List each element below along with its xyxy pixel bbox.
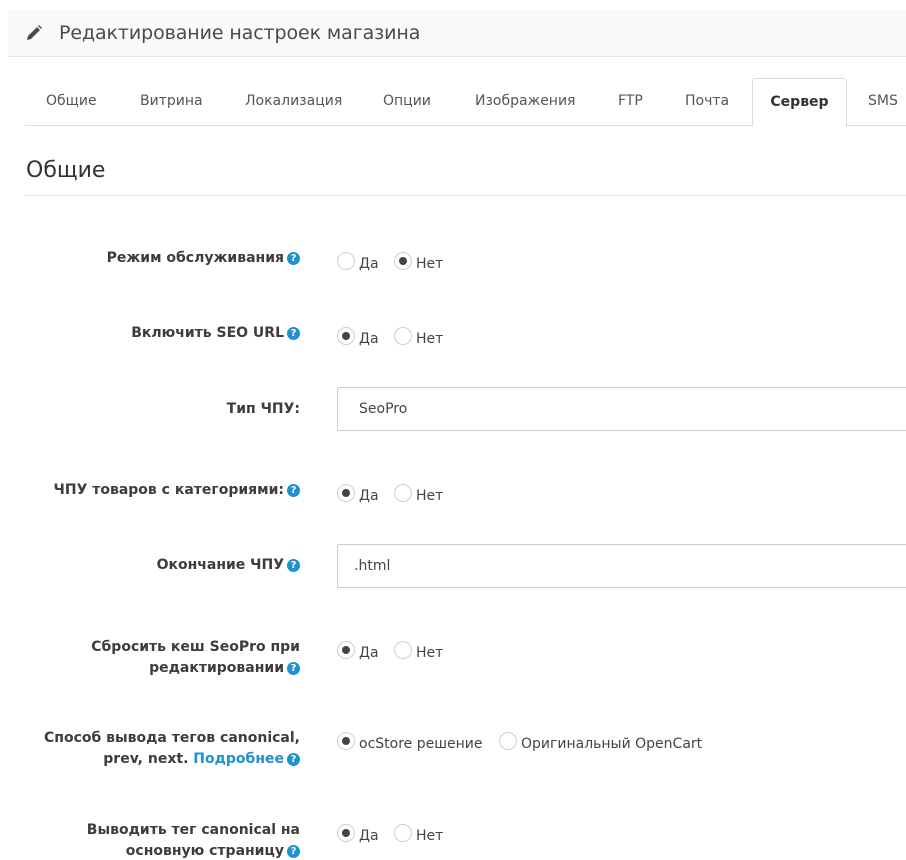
- radio-circle[interactable]: [499, 732, 517, 750]
- canonical-ocstore-radio[interactable]: ocStore решение: [337, 730, 483, 752]
- radio-circle[interactable]: [337, 252, 355, 270]
- reset-cache-yes-radio[interactable]: Да: [337, 639, 379, 661]
- settings-tabs: Общие Витрина Локализация Опции Изображе…: [25, 78, 906, 127]
- seo-url-no-radio[interactable]: Нет: [394, 325, 443, 347]
- maintenance-yes-radio[interactable]: Да: [337, 250, 379, 272]
- maintenance-label: Режим обслуживания?: [107, 248, 300, 269]
- tab-general[interactable]: Общие: [46, 78, 97, 126]
- help-icon[interactable]: ?: [287, 845, 300, 858]
- canonical-home-yes-radio[interactable]: Да: [337, 822, 379, 844]
- tab-image[interactable]: Изображения: [475, 78, 575, 126]
- seo-type-label: Тип ЧПУ:: [226, 401, 300, 417]
- tab-store[interactable]: Витрина: [140, 78, 203, 126]
- tab-localisation[interactable]: Локализация: [245, 78, 342, 126]
- help-icon[interactable]: ?: [287, 327, 300, 340]
- seo-categories-label: ЧПУ товаров с категориями:?: [54, 480, 300, 501]
- radio-circle-checked[interactable]: [394, 252, 412, 270]
- radio-circle-checked[interactable]: [337, 732, 355, 750]
- maintenance-no-radio[interactable]: Нет: [394, 250, 443, 272]
- tab-option[interactable]: Опции: [383, 78, 431, 126]
- help-icon[interactable]: ?: [287, 484, 300, 497]
- seo-url-yes-radio[interactable]: Да: [337, 325, 379, 347]
- radio-circle-checked[interactable]: [337, 641, 355, 659]
- canonical-opencart-radio[interactable]: Оригинальный OpenCart: [499, 730, 702, 752]
- canonical-home-label: Выводить тег canonical на основную стран…: [86, 822, 300, 859]
- radio-circle[interactable]: [394, 484, 412, 502]
- radio-circle[interactable]: [394, 641, 412, 659]
- panel-heading: Редактирование настроек магазина: [8, 10, 906, 57]
- seo-type-select[interactable]: SeoPro: [337, 387, 906, 431]
- tab-server[interactable]: Сервер: [752, 78, 847, 127]
- radio-circle-checked[interactable]: [337, 484, 355, 502]
- tab-sms[interactable]: SMS: [868, 78, 898, 126]
- help-icon[interactable]: ?: [287, 559, 300, 572]
- seo-postfix-input[interactable]: .html: [337, 544, 906, 588]
- radio-circle-checked[interactable]: [337, 824, 355, 842]
- canonical-home-no-radio[interactable]: Нет: [394, 822, 443, 844]
- section-title: Общие: [26, 158, 106, 183]
- page-title: Редактирование настроек магазина: [59, 22, 421, 44]
- more-link[interactable]: Подробнее: [193, 751, 284, 767]
- tab-mail[interactable]: Почта: [685, 78, 729, 126]
- seo-url-label: Включить SEO URL?: [131, 323, 300, 344]
- help-icon[interactable]: ?: [287, 662, 300, 675]
- reset-cache-no-radio[interactable]: Нет: [394, 639, 443, 661]
- help-icon[interactable]: ?: [287, 753, 300, 766]
- tab-ftp[interactable]: FTP: [618, 78, 643, 126]
- radio-circle-checked[interactable]: [337, 327, 355, 345]
- canonical-method-label: Способ вывода тегов canonical, prev, nex…: [44, 730, 300, 767]
- section-divider: [25, 195, 906, 196]
- seo-categories-no-radio[interactable]: Нет: [394, 482, 443, 504]
- seo-postfix-label: Окончание ЧПУ?: [157, 555, 300, 576]
- radio-circle[interactable]: [394, 327, 412, 345]
- seo-categories-yes-radio[interactable]: Да: [337, 482, 379, 504]
- help-icon[interactable]: ?: [287, 252, 300, 265]
- reset-cache-label: Сбросить кеш SeoPro при редактировании?: [91, 639, 300, 676]
- radio-circle[interactable]: [394, 824, 412, 842]
- pencil-icon: [25, 24, 43, 42]
